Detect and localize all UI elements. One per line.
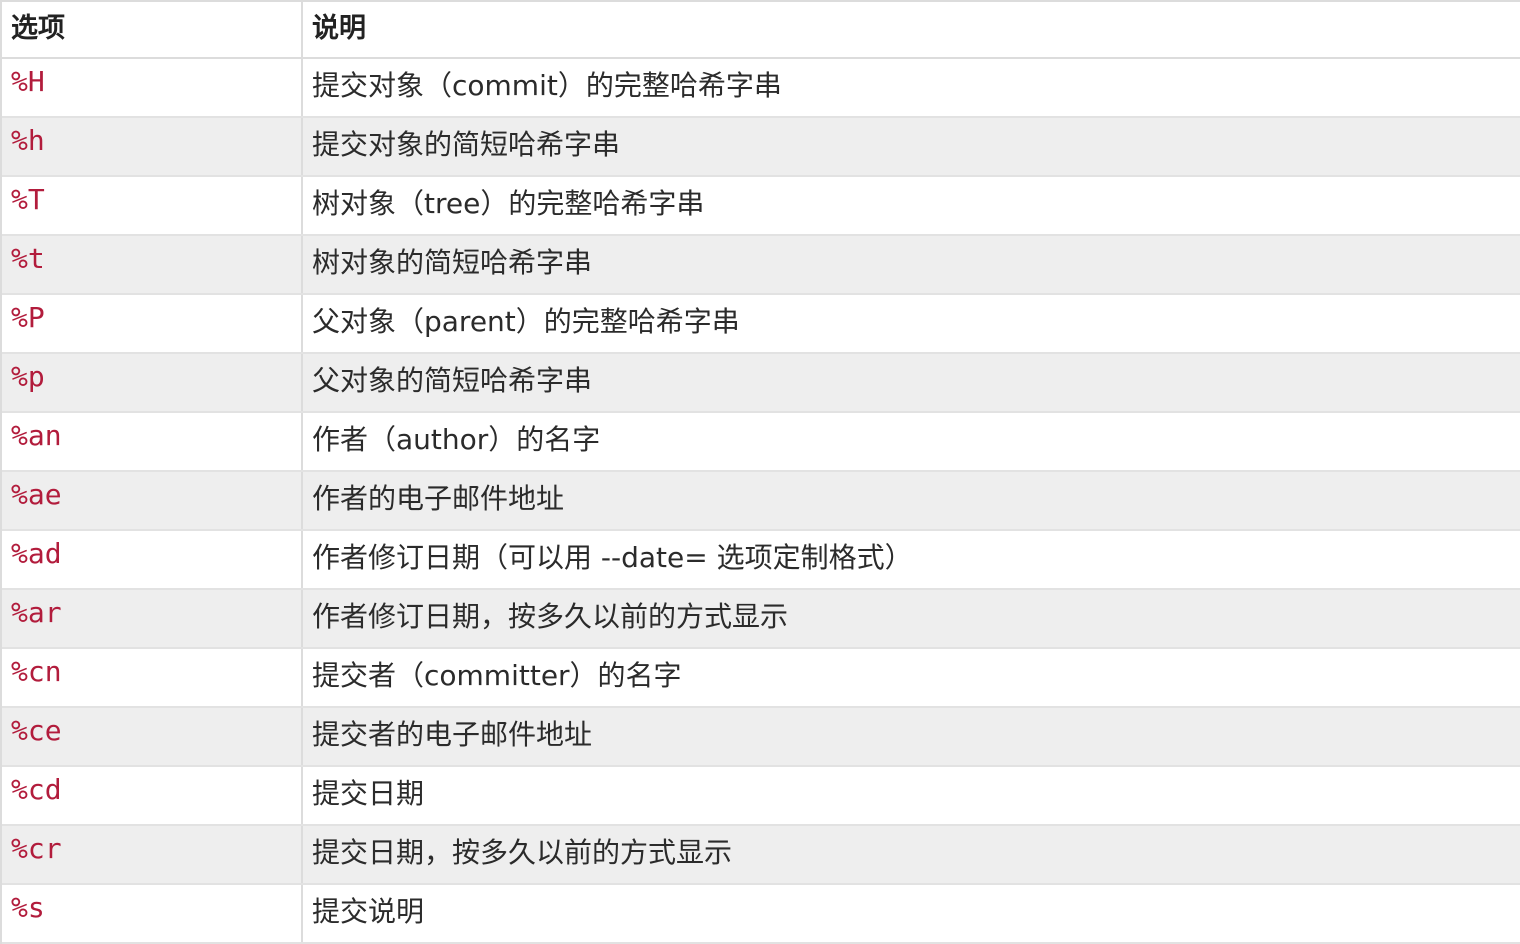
option-code: %H [11,65,45,98]
option-description: 作者修订日期，按多久以前的方式显示 [312,600,789,633]
option-code: %an [11,419,62,452]
option-code: %cn [11,655,62,688]
description-cell: 树对象（tree）的完整哈希字串 [303,177,1520,234]
option-cell: %s [2,885,303,942]
option-code: %ce [11,714,62,747]
option-code: %s [11,891,45,924]
table-row: %t 树对象的简短哈希字串 [2,236,1520,295]
option-cell: %ar [2,590,303,647]
table-row: %ar 作者修订日期，按多久以前的方式显示 [2,590,1520,649]
option-cell: %ce [2,708,303,765]
option-description: 作者修订日期（可以用 --date= 选项定制格式） [312,541,913,574]
option-cell: %ae [2,472,303,529]
option-cell: %P [2,295,303,352]
option-cell: %t [2,236,303,293]
description-cell: 提交说明 [303,885,1520,942]
table-row: %ae 作者的电子邮件地址 [2,472,1520,531]
option-code: %t [11,242,45,275]
description-cell: 提交对象（commit）的完整哈希字串 [303,59,1520,116]
option-description: 提交日期，按多久以前的方式显示 [312,836,733,869]
table-row: %T 树对象（tree）的完整哈希字串 [2,177,1520,236]
description-cell: 提交日期 [303,767,1520,824]
option-code: %p [11,360,45,393]
option-code: %P [11,301,45,334]
option-cell: %p [2,354,303,411]
table-row: %an 作者（author）的名字 [2,413,1520,472]
option-cell: %cn [2,649,303,706]
option-description: 提交对象的简短哈希字串 [312,128,621,161]
option-cell: %cd [2,767,303,824]
option-cell: %ad [2,531,303,588]
option-code: %cd [11,773,62,806]
description-cell: 提交对象的简短哈希字串 [303,118,1520,175]
option-description: 提交说明 [312,895,425,928]
option-description: 提交者的电子邮件地址 [312,718,593,751]
description-cell: 作者修订日期，按多久以前的方式显示 [303,590,1520,647]
header-cell-option: 选项 [2,2,303,57]
table-row: %ce 提交者的电子邮件地址 [2,708,1520,767]
header-option-label: 选项 [11,13,65,44]
table-row: %H 提交对象（commit）的完整哈希字串 [2,59,1520,118]
option-description: 树对象的简短哈希字串 [312,246,593,279]
description-cell: 提交者（committer）的名字 [303,649,1520,706]
description-cell: 提交日期，按多久以前的方式显示 [303,826,1520,883]
option-code: %ae [11,478,62,511]
option-cell: %an [2,413,303,470]
description-cell: 父对象的简短哈希字串 [303,354,1520,411]
table-row: %cn 提交者（committer）的名字 [2,649,1520,708]
table-row: %h 提交对象的简短哈希字串 [2,118,1520,177]
option-description: 提交者（committer）的名字 [312,659,682,692]
option-cell: %cr [2,826,303,883]
option-description: 提交对象（commit）的完整哈希字串 [312,69,782,102]
option-code: %T [11,183,45,216]
option-description: 作者（author）的名字 [312,423,601,456]
header-description-label: 说明 [312,13,366,44]
option-description: 父对象的简短哈希字串 [312,364,593,397]
header-cell-description: 说明 [303,2,1520,57]
description-cell: 作者的电子邮件地址 [303,472,1520,529]
description-cell: 父对象（parent）的完整哈希字串 [303,295,1520,352]
option-code: %ad [11,537,62,570]
option-cell: %T [2,177,303,234]
description-cell: 作者修订日期（可以用 --date= 选项定制格式） [303,531,1520,588]
option-description: 作者的电子邮件地址 [312,482,565,515]
option-cell: %H [2,59,303,116]
table-row: %cr 提交日期，按多久以前的方式显示 [2,826,1520,885]
table-row: %p 父对象的简短哈希字串 [2,354,1520,413]
table-row: %s 提交说明 [2,885,1520,944]
description-cell: 树对象的简短哈希字串 [303,236,1520,293]
option-code: %cr [11,832,62,865]
table-header-row: 选项 说明 [2,2,1520,59]
option-code: %ar [11,596,62,629]
option-description: 父对象（parent）的完整哈希字串 [312,305,740,338]
table-row: %cd 提交日期 [2,767,1520,826]
format-options-table: 选项 说明 %H 提交对象（commit）的完整哈希字串 %h 提交对象的简短哈… [0,0,1520,944]
option-description: 树对象（tree）的完整哈希字串 [312,187,705,220]
option-code: %h [11,124,45,157]
option-description: 提交日期 [312,777,425,810]
table-row: %ad 作者修订日期（可以用 --date= 选项定制格式） [2,531,1520,590]
option-cell: %h [2,118,303,175]
description-cell: 作者（author）的名字 [303,413,1520,470]
description-cell: 提交者的电子邮件地址 [303,708,1520,765]
table-row: %P 父对象（parent）的完整哈希字串 [2,295,1520,354]
